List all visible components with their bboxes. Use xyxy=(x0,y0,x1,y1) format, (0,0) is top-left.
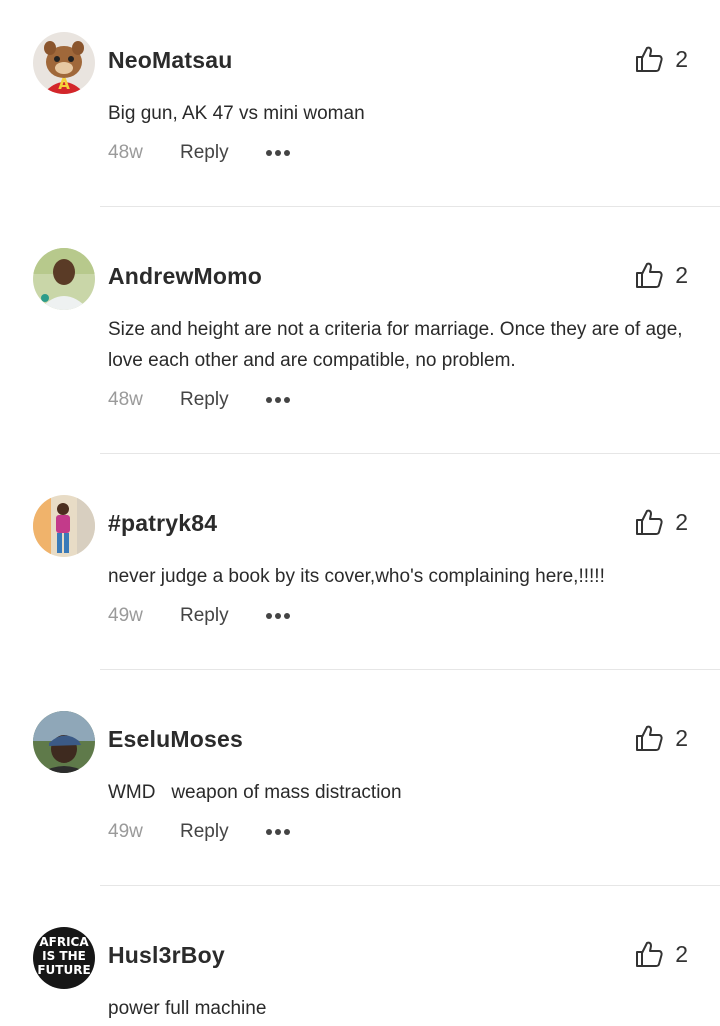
timestamp: 48w xyxy=(108,142,143,163)
user-avatar[interactable]: A xyxy=(33,32,95,94)
thumbs-up-icon xyxy=(636,941,663,967)
like-button[interactable]: 2 xyxy=(635,724,688,752)
like-count: 2 xyxy=(675,261,688,288)
like-button[interactable]: 2 xyxy=(635,261,688,289)
user-avatar[interactable] xyxy=(33,495,95,557)
username[interactable]: AndrewMomo xyxy=(108,263,262,290)
comment-text: power full machine xyxy=(108,998,267,1019)
thumbs-up-icon xyxy=(636,262,663,288)
like-count: 2 xyxy=(675,45,688,72)
man-cap-avatar-icon xyxy=(33,711,95,773)
timestamp: 49w xyxy=(108,821,143,842)
more-options-icon[interactable] xyxy=(266,146,290,160)
divider xyxy=(100,669,720,670)
comment-text: WMD weapon of mass distraction xyxy=(108,782,402,803)
chipmunk-avatar-icon: A xyxy=(33,32,95,94)
person-photo-avatar-icon xyxy=(33,495,95,557)
reply-button[interactable]: Reply xyxy=(180,142,266,164)
divider xyxy=(100,206,720,207)
africa-future-avatar-icon: AFRICA IS THE FUTURE xyxy=(33,927,95,989)
timestamp: 48w xyxy=(108,389,143,410)
svg-text:FUTURE: FUTURE xyxy=(37,963,90,977)
more-options-icon[interactable] xyxy=(266,393,290,407)
comment-text: Size and height are not a criteria for m… xyxy=(108,319,683,371)
more-options-icon[interactable] xyxy=(266,609,290,623)
thumbs-up-icon xyxy=(636,725,663,751)
timestamp: 49w xyxy=(108,605,143,626)
like-count: 2 xyxy=(675,508,688,535)
divider xyxy=(100,885,720,886)
more-options-icon[interactable] xyxy=(266,825,290,839)
user-avatar[interactable] xyxy=(33,248,95,310)
comment-meta: 49w Reply xyxy=(108,821,290,843)
comment-text: Big gun, AK 47 vs mini woman xyxy=(108,103,365,124)
comment-meta: 48w Reply xyxy=(108,142,290,164)
comment-meta: 48w Reply xyxy=(108,389,290,411)
like-button[interactable]: 2 xyxy=(635,45,688,73)
user-avatar[interactable] xyxy=(33,711,95,773)
like-button[interactable]: 2 xyxy=(635,940,688,968)
thumbs-up-icon xyxy=(636,509,663,535)
comment-text: never judge a book by its cover,who's co… xyxy=(108,566,605,587)
divider xyxy=(100,453,720,454)
username[interactable]: Husl3rBoy xyxy=(108,942,225,969)
like-count: 2 xyxy=(675,724,688,751)
svg-text:AFRICA: AFRICA xyxy=(39,935,89,949)
username[interactable]: #patryk84 xyxy=(108,510,217,537)
username[interactable]: NeoMatsau xyxy=(108,47,233,74)
reply-button[interactable]: Reply xyxy=(180,389,266,411)
username[interactable]: EseluMoses xyxy=(108,726,243,753)
comment-meta: 49w Reply xyxy=(108,605,290,627)
svg-text:A: A xyxy=(58,75,70,93)
like-count: 2 xyxy=(675,940,688,967)
user-avatar[interactable]: AFRICA IS THE FUTURE xyxy=(33,927,95,989)
thumbs-up-icon xyxy=(636,46,663,72)
like-button[interactable]: 2 xyxy=(635,508,688,536)
reply-button[interactable]: Reply xyxy=(180,605,266,627)
svg-text:IS THE: IS THE xyxy=(42,949,86,963)
man-photo-avatar-icon xyxy=(33,248,95,310)
reply-button[interactable]: Reply xyxy=(180,821,266,843)
